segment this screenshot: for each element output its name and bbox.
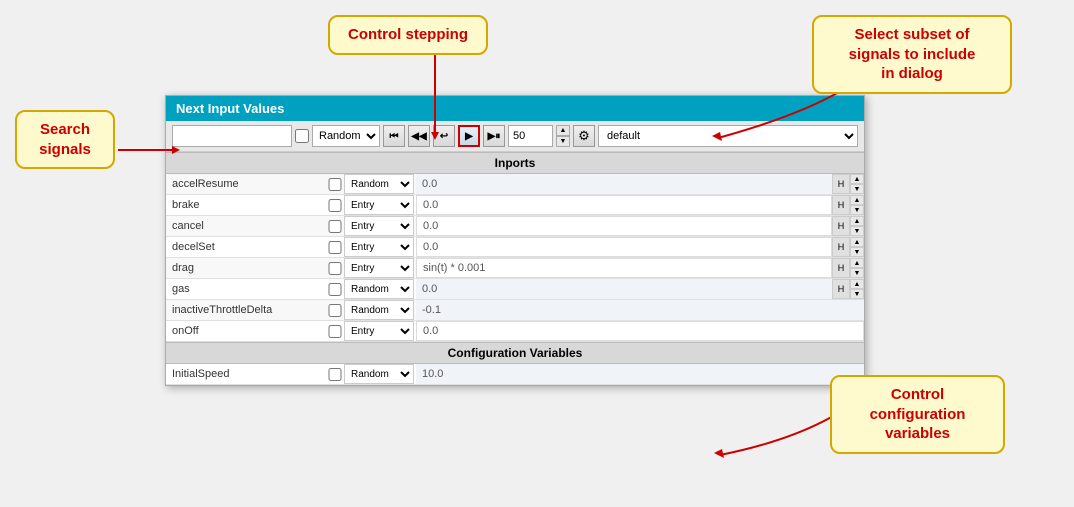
signal-name: drag xyxy=(166,259,326,277)
row-value[interactable] xyxy=(416,237,832,257)
row-mode-dropdown[interactable]: Entry xyxy=(344,195,414,215)
row-checkbox[interactable] xyxy=(326,220,344,233)
row-mode-dropdown[interactable]: Entry xyxy=(344,237,414,257)
row-checkbox[interactable] xyxy=(326,241,344,254)
row-value xyxy=(416,279,832,299)
row-spinner[interactable]: ▲ ▼ xyxy=(850,279,864,299)
table-row: accelResume Random H ▲ ▼ xyxy=(166,174,864,195)
signal-name: inactiveThrottleDelta xyxy=(166,301,326,319)
spinner-down[interactable]: ▼ xyxy=(850,247,864,257)
spinner-down[interactable]: ▼ xyxy=(850,289,864,299)
signal-name: accelResume xyxy=(166,175,326,193)
row-checkbox[interactable] xyxy=(326,262,344,275)
row-checkbox[interactable] xyxy=(326,368,344,381)
signal-name: gas xyxy=(166,280,326,298)
table-container: Inports accelResume Random H ▲ ▼ brake E… xyxy=(166,152,864,385)
row-value xyxy=(416,174,832,194)
h-button[interactable]: H xyxy=(832,258,850,278)
gear-btn[interactable]: ⚙ xyxy=(573,125,595,147)
spinner-up[interactable]: ▲ xyxy=(850,279,864,289)
spinner-up[interactable]: ▲ xyxy=(850,216,864,226)
dialog-toolbar: Random ⏮ ◀◀ ↩ ▶ ▶⏸ ▲ ▼ ⚙ default xyxy=(166,121,864,152)
profile-dropdown[interactable]: default xyxy=(598,125,858,147)
table-row: InitialSpeed Random xyxy=(166,364,864,385)
h-button[interactable]: H xyxy=(832,237,850,257)
filter-checkbox[interactable] xyxy=(295,129,309,143)
row-value[interactable] xyxy=(416,216,832,236)
spinner-up[interactable]: ▲ xyxy=(850,237,864,247)
row-spinner[interactable]: ▲ ▼ xyxy=(850,258,864,278)
table-row: gas Random H ▲ ▼ xyxy=(166,279,864,300)
row-mode-dropdown[interactable]: Random xyxy=(344,364,414,384)
inports-section-header: Inports xyxy=(166,152,864,174)
row-spinner[interactable]: ▲ ▼ xyxy=(850,195,864,215)
config-vars-section-header: Configuration Variables xyxy=(166,342,864,364)
prev-step-btn[interactable]: ◀◀ xyxy=(408,125,430,147)
table-row: inactiveThrottleDelta Random xyxy=(166,300,864,321)
spinner-down[interactable]: ▼ xyxy=(850,205,864,215)
table-row: brake Entry H ▲ ▼ xyxy=(166,195,864,216)
table-row: drag Entry H ▲ ▼ xyxy=(166,258,864,279)
spinner-down[interactable]: ▼ xyxy=(850,184,864,194)
row-mode-dropdown[interactable]: Random xyxy=(344,279,414,299)
spin-up-btn[interactable]: ▲ xyxy=(556,125,570,136)
spinner-down[interactable]: ▼ xyxy=(850,226,864,236)
spinner-up[interactable]: ▲ xyxy=(850,195,864,205)
signal-name: InitialSpeed xyxy=(166,365,326,383)
control-config-annotation: Controlconfigurationvariables xyxy=(830,375,1005,454)
row-spinner[interactable]: ▲ ▼ xyxy=(850,216,864,236)
row-checkbox[interactable] xyxy=(326,304,344,317)
row-mode-dropdown[interactable]: Random xyxy=(344,174,414,194)
dialog-title: Next Input Values xyxy=(176,101,284,116)
signal-name: cancel xyxy=(166,217,326,235)
table-row: cancel Entry H ▲ ▼ xyxy=(166,216,864,237)
row-mode-dropdown[interactable]: Entry xyxy=(344,321,414,341)
row-checkbox[interactable] xyxy=(326,283,344,296)
step-count-input[interactable] xyxy=(508,125,553,147)
signal-name: brake xyxy=(166,196,326,214)
play-btn[interactable]: ▶ xyxy=(458,125,480,147)
h-button[interactable]: H xyxy=(832,216,850,236)
dialog-titlebar: Next Input Values xyxy=(166,96,864,121)
table-row: onOff Entry xyxy=(166,321,864,342)
next-btn[interactable]: ▶⏸ xyxy=(483,125,505,147)
h-button[interactable]: H xyxy=(832,174,850,194)
spinner-up[interactable]: ▲ xyxy=(850,258,864,268)
select-subset-annotation: Select subset ofsignals to includein dia… xyxy=(812,15,1012,94)
row-mode-dropdown[interactable]: Entry xyxy=(344,258,414,278)
row-value[interactable] xyxy=(416,321,864,341)
spinner-down[interactable]: ▼ xyxy=(850,268,864,278)
signal-name: decelSet xyxy=(166,238,326,256)
row-value[interactable] xyxy=(416,258,832,278)
search-signals-annotation: Searchsignals xyxy=(15,110,115,169)
row-checkbox[interactable] xyxy=(326,178,344,191)
signal-name: onOff xyxy=(166,322,326,340)
h-button[interactable]: H xyxy=(832,279,850,299)
row-spinner[interactable]: ▲ ▼ xyxy=(850,174,864,194)
row-value xyxy=(416,364,864,384)
control-stepping-annotation: Control stepping xyxy=(328,15,488,55)
row-mode-dropdown[interactable]: Entry xyxy=(344,216,414,236)
spinner-up[interactable]: ▲ xyxy=(850,174,864,184)
row-checkbox[interactable] xyxy=(326,199,344,212)
first-btn[interactable]: ⏮ xyxy=(383,125,405,147)
mode-dropdown[interactable]: Random xyxy=(312,125,380,147)
h-button[interactable]: H xyxy=(832,195,850,215)
table-row: decelSet Entry H ▲ ▼ xyxy=(166,237,864,258)
row-checkbox[interactable] xyxy=(326,325,344,338)
row-spinner[interactable]: ▲ ▼ xyxy=(850,237,864,257)
row-value[interactable] xyxy=(416,195,832,215)
row-mode-dropdown[interactable]: Random xyxy=(344,300,414,320)
row-value xyxy=(416,300,864,320)
step-spinner[interactable]: ▲ ▼ xyxy=(556,125,570,147)
back-btn[interactable]: ↩ xyxy=(433,125,455,147)
dialog-window: Next Input Values Random ⏮ ◀◀ ↩ ▶ ▶⏸ ▲ ▼… xyxy=(165,95,865,386)
search-input[interactable] xyxy=(172,125,292,147)
spin-down-btn[interactable]: ▼ xyxy=(556,136,570,147)
